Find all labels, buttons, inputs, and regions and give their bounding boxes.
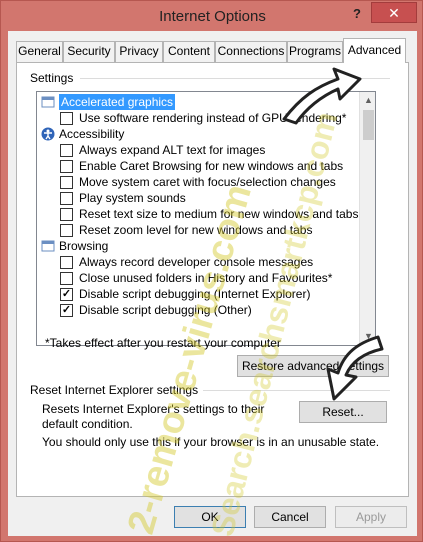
tab-content[interactable]: Content xyxy=(163,41,215,62)
settings-category-label: Browsing xyxy=(59,239,109,253)
settings-category-label: Accessibility xyxy=(59,127,125,141)
checkbox-checked[interactable]: ✓ xyxy=(60,304,73,317)
accelerated-graphics-icon xyxy=(41,95,55,109)
settings-group-label: Settings xyxy=(30,71,74,85)
tab-advanced[interactable]: Advanced xyxy=(343,38,406,63)
close-button[interactable]: ✕ xyxy=(371,2,417,23)
tab-general[interactable]: General xyxy=(16,41,63,62)
annotation-arrow-icon xyxy=(326,335,384,401)
tab-security[interactable]: Security xyxy=(63,41,115,62)
settings-option-label: Always expand ALT text for images xyxy=(79,143,266,157)
apply-button: Apply xyxy=(335,506,407,528)
checkbox[interactable] xyxy=(60,192,73,205)
cancel-button[interactable]: Cancel xyxy=(254,506,326,528)
checkbox[interactable] xyxy=(60,160,73,173)
checkbox[interactable] xyxy=(60,224,73,237)
checkbox[interactable] xyxy=(60,176,73,189)
checkbox[interactable] xyxy=(60,144,73,157)
settings-option-label: Play system sounds xyxy=(79,191,186,205)
checkbox[interactable] xyxy=(60,272,73,285)
help-button[interactable]: ? xyxy=(346,4,368,24)
dialog-client-area: General Security Privacy Content Connect… xyxy=(8,31,417,540)
checkbox-checked[interactable]: ✓ xyxy=(60,288,73,301)
settings-category-label: Accelerated graphics xyxy=(59,94,176,110)
title-bar[interactable]: Internet Options ? ✕ xyxy=(1,1,423,31)
tab-privacy[interactable]: Privacy xyxy=(115,41,163,62)
accessibility-icon xyxy=(41,127,55,141)
restart-note: *Takes effect after you restart your com… xyxy=(45,336,281,350)
settings-scrollbar[interactable]: ▲ ▼ xyxy=(359,92,375,345)
checkbox[interactable] xyxy=(60,112,73,125)
checkbox[interactable] xyxy=(60,256,73,269)
reset-warning: You should only use this if your browser… xyxy=(42,435,380,449)
browsing-icon xyxy=(41,239,55,253)
checkbox[interactable] xyxy=(60,208,73,221)
internet-options-window: Internet Options ? ✕ General Security Pr… xyxy=(0,0,423,542)
